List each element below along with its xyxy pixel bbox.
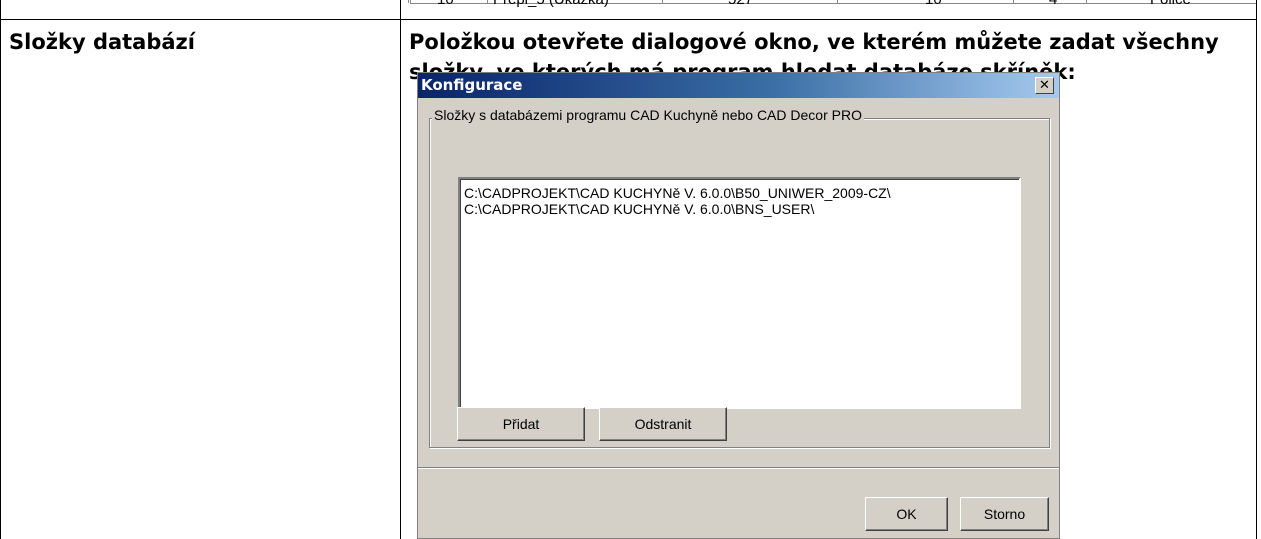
- table-border-right: [1256, 0, 1257, 19]
- table-border-left: [0, 0, 1, 19]
- folder-list-item[interactable]: C:\CADPROJEKT\CAD KUCHYNě V. 6.0.0\B50_U…: [464, 185, 1015, 201]
- table-column-divider: [400, 19, 401, 539]
- previous-row-cell: Přepl_5 (Ukázka): [493, 0, 609, 8]
- dialog-titlebar: Konfigurace ✕: [418, 73, 1059, 98]
- table-border-left: [0, 19, 1, 539]
- close-icon: ✕: [1039, 78, 1050, 93]
- cancel-button[interactable]: Storno: [960, 497, 1049, 531]
- folder-list-item[interactable]: C:\CADPROJEKT\CAD KUCHYNě V. 6.0.0\BNS_U…: [464, 201, 1015, 217]
- previous-row-cell: 527: [728, 0, 753, 8]
- previous-row-fragment: 10 Přepl_5 (Ukázka) 527 10 4 Police: [0, 0, 1261, 19]
- previous-row-cell: 4: [1049, 0, 1057, 8]
- add-folder-button[interactable]: Přidat: [457, 407, 585, 441]
- previous-row-cell: 10: [437, 0, 454, 8]
- remove-folder-button[interactable]: Odstranit: [599, 407, 727, 441]
- folders-group-label: Složky s databázemi programu CAD Kuchyně…: [432, 107, 864, 123]
- close-button[interactable]: ✕: [1035, 77, 1054, 94]
- dialog-title: Konfigurace: [421, 76, 523, 94]
- configuration-dialog: Konfigurace ✕ Složky s databázemi progra…: [417, 72, 1060, 539]
- ok-button[interactable]: OK: [865, 497, 948, 531]
- table-column-divider: [400, 0, 401, 19]
- previous-row-cell: Police: [1150, 0, 1191, 8]
- dialog-separator: [418, 467, 1059, 469]
- folders-listbox[interactable]: C:\CADPROJEKT\CAD KUCHYNě V. 6.0.0\B50_U…: [458, 177, 1021, 409]
- previous-row-cell: 10: [925, 0, 942, 8]
- row-label: Složky databází: [9, 30, 195, 54]
- table-border-right: [1256, 19, 1257, 539]
- table-row-divider: [0, 19, 1257, 20]
